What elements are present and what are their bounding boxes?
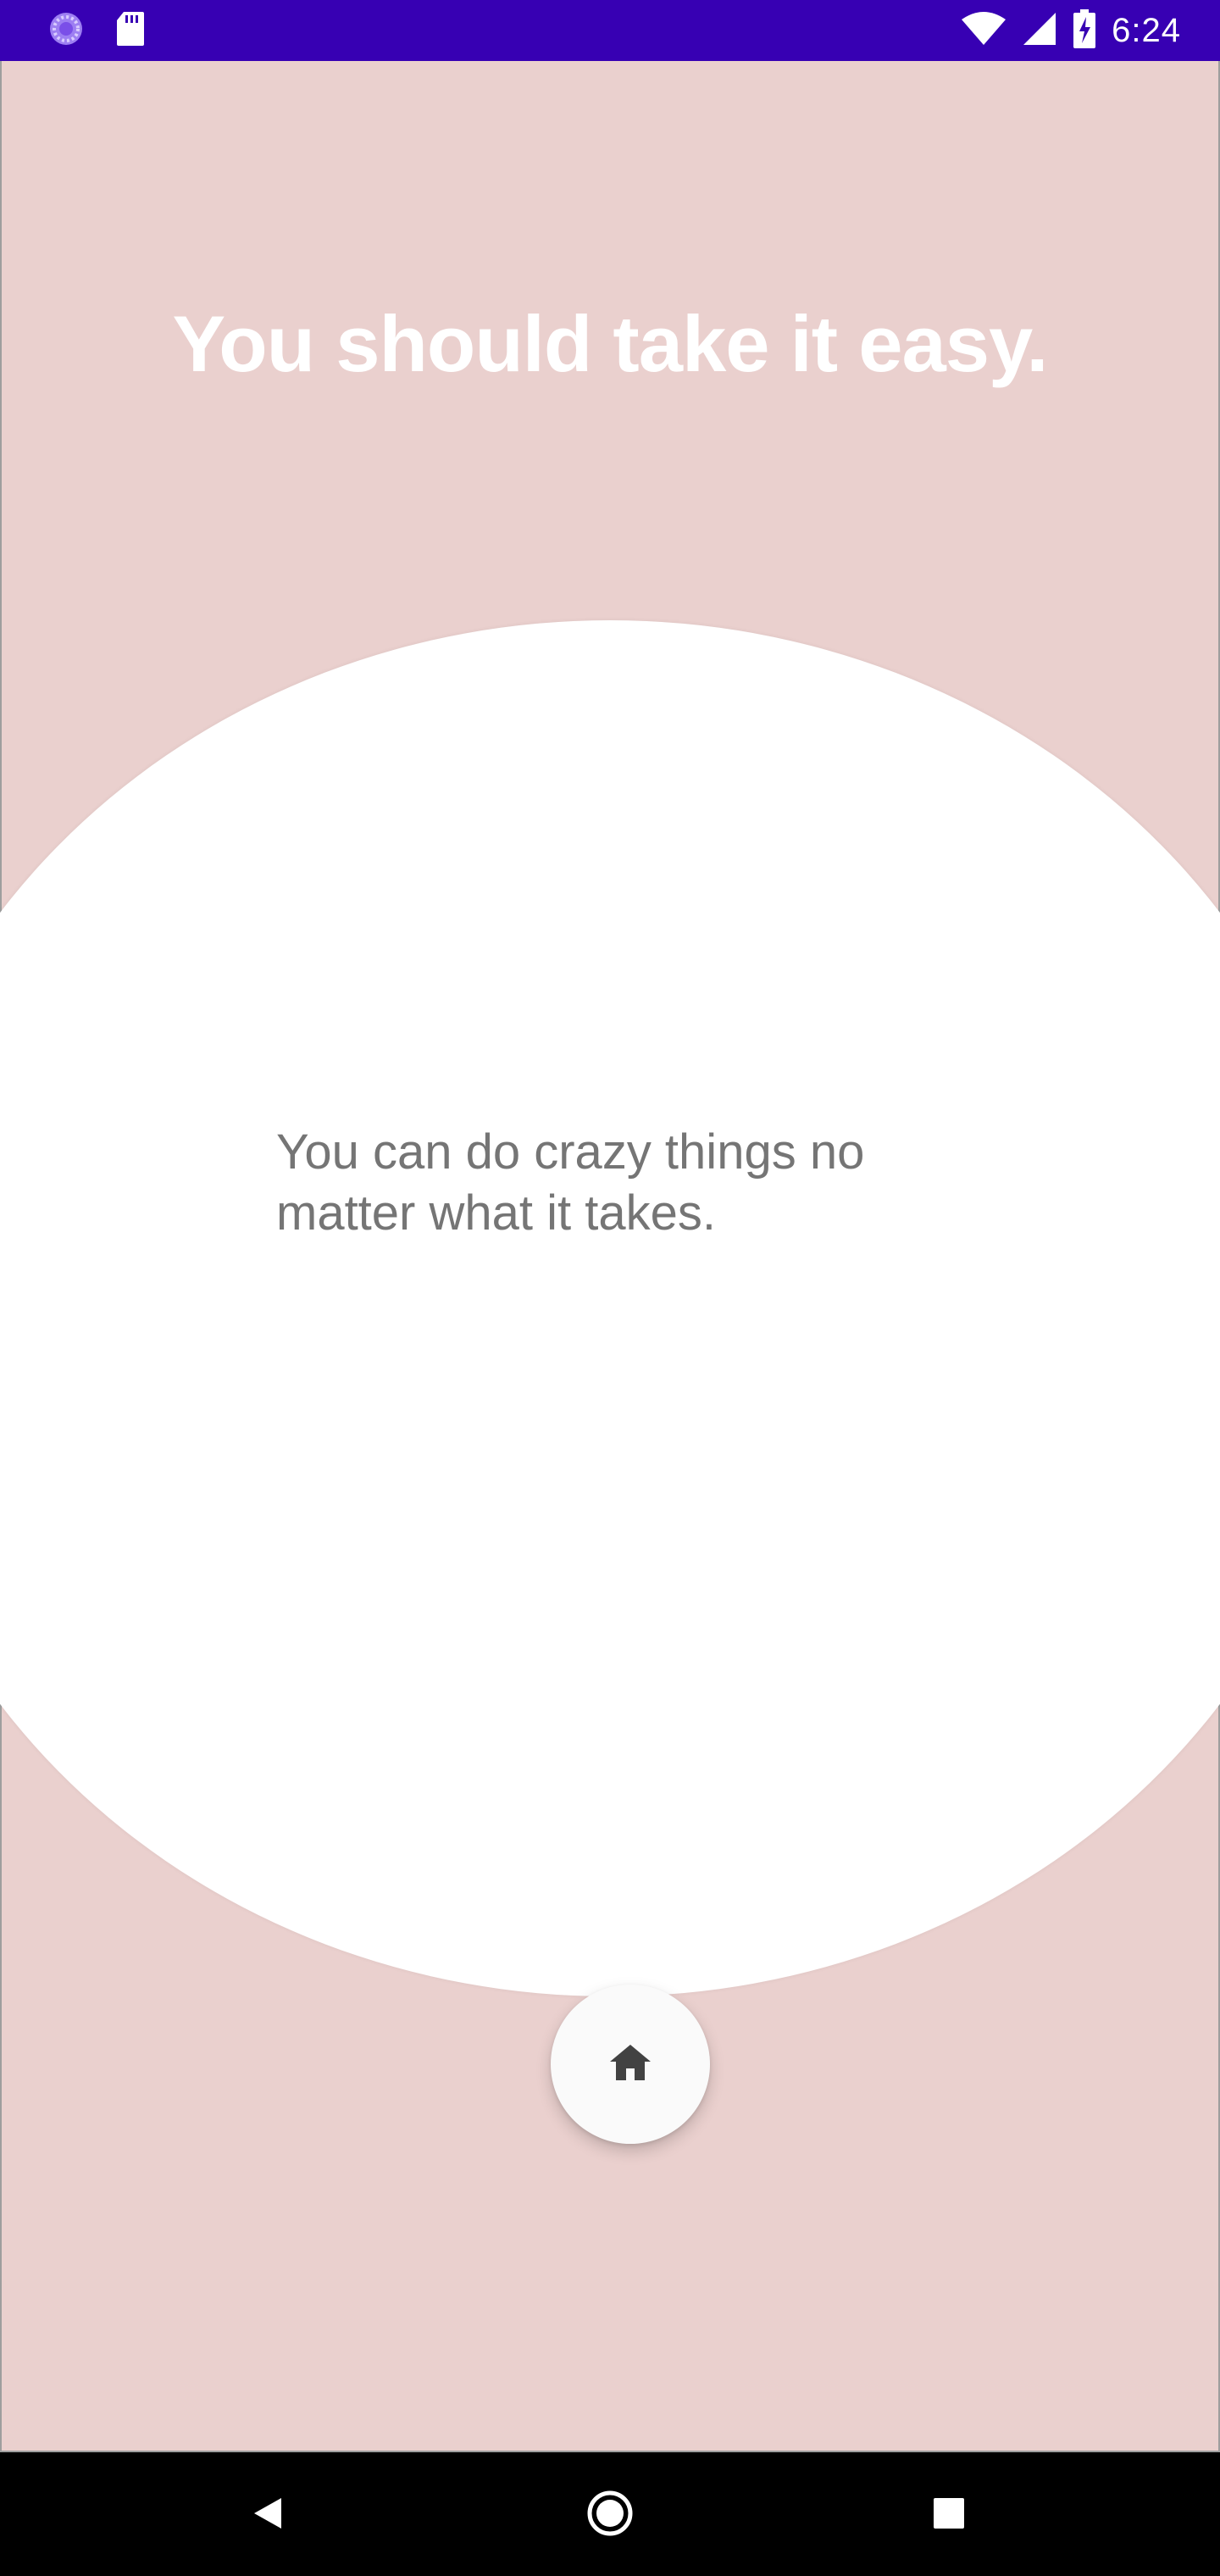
message-text: You can do crazy things no matter what i…	[276, 1124, 865, 1241]
phone-screen: 6:24 You should take it easy. You can do…	[0, 0, 1220, 2576]
status-right-icons: 6:24	[961, 8, 1181, 53]
status-time: 6:24	[1112, 11, 1181, 49]
status-bar: 6:24	[0, 0, 1220, 61]
sd-card-icon	[115, 10, 146, 52]
status-left-icons	[47, 10, 146, 52]
nav-recents-button[interactable]	[917, 2483, 981, 2547]
back-icon	[249, 2495, 286, 2536]
system-nav-bar	[0, 2452, 1220, 2576]
cellular-signal-icon	[1022, 11, 1057, 51]
nav-home-button[interactable]	[578, 2483, 642, 2547]
page-title: You should take it easy.	[172, 299, 1049, 388]
recents-icon	[932, 2496, 966, 2534]
nav-back-button[interactable]	[236, 2483, 300, 2547]
app-content: You should take it easy. You can do craz…	[0, 61, 1220, 2452]
loading-spinner-icon	[47, 10, 85, 52]
message-card	[0, 620, 1220, 1996]
home-icon	[608, 2043, 652, 2086]
wifi-icon	[961, 11, 1006, 51]
battery-charging-icon	[1073, 8, 1096, 53]
home-button[interactable]	[551, 1985, 710, 2144]
home-circle-icon	[586, 2490, 634, 2541]
